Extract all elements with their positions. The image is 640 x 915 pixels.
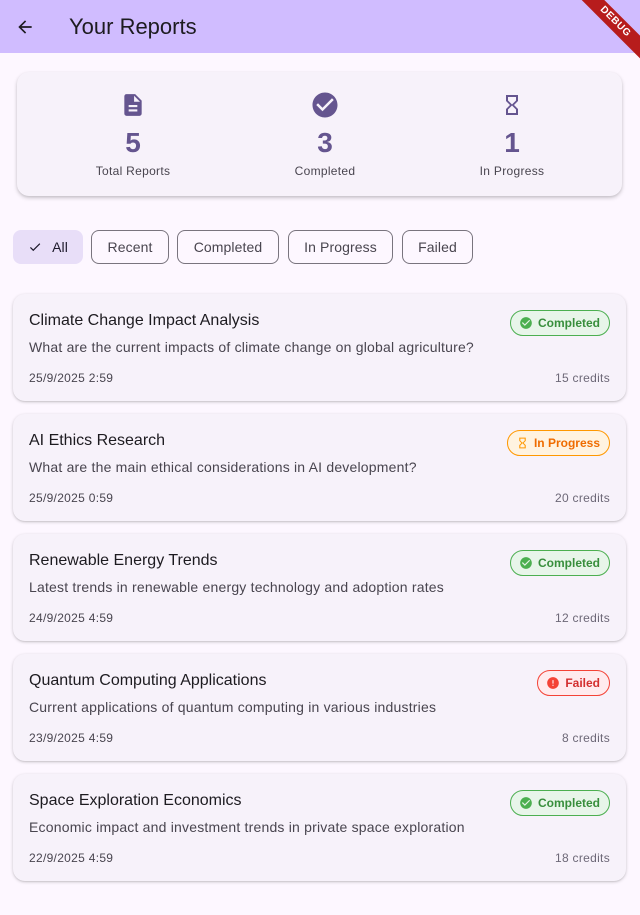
report-date: 22/9/2025 4:59 xyxy=(29,851,114,865)
status-badge: Failed xyxy=(537,670,610,696)
filter-chip-label: Recent xyxy=(107,239,153,255)
filter-chip-completed[interactable]: Completed xyxy=(177,230,279,264)
stat-in-progress: 1 In Progress xyxy=(422,72,602,196)
status-badge: In Progress xyxy=(506,430,610,456)
status-label: Completed xyxy=(537,316,600,330)
completed-label: Completed xyxy=(294,164,356,178)
report-card[interactable]: Quantum Computing Applications Failed Cu… xyxy=(13,654,626,761)
debug-banner: DEBUG xyxy=(570,0,640,67)
page-title: Your Reports xyxy=(69,13,197,39)
report-description: Current applications of quantum computin… xyxy=(29,699,437,715)
error-icon xyxy=(547,677,560,689)
document-icon xyxy=(124,94,142,116)
filter-chip-in-progress[interactable]: In Progress xyxy=(288,230,393,264)
report-card[interactable]: Renewable Energy Trends Completed Latest… xyxy=(13,534,626,641)
report-card[interactable]: AI Ethics Research In Progress What are … xyxy=(13,414,626,521)
check-icon xyxy=(30,243,41,252)
status-label: In Progress xyxy=(533,436,600,450)
filter-chip-all[interactable]: All xyxy=(13,230,83,264)
report-title: Climate Change Impact Analysis xyxy=(29,312,260,329)
filter-chip-label: Failed xyxy=(418,239,457,255)
report-credits: 12 credits xyxy=(554,611,610,625)
in-progress-count: 1 xyxy=(504,127,520,158)
total-reports-count: 5 xyxy=(125,127,141,158)
report-description: Latest trends in renewable energy techno… xyxy=(29,579,444,595)
report-credits: 18 credits xyxy=(554,851,610,865)
in-progress-label: In Progress xyxy=(479,164,545,178)
hourglass-icon xyxy=(506,95,518,115)
completed-count: 3 xyxy=(317,127,333,158)
report-date: 25/9/2025 2:59 xyxy=(29,371,114,385)
filter-chip-failed[interactable]: Failed xyxy=(402,230,473,264)
summary-card: 5 Total Reports 3 Completed 1 In Progres… xyxy=(17,72,622,196)
arrow-back-icon xyxy=(18,19,32,34)
status-label: Completed xyxy=(537,556,600,570)
report-card[interactable]: Space Exploration Economics Completed Ec… xyxy=(13,774,626,881)
status-badge: Completed xyxy=(509,550,610,576)
report-date: 23/9/2025 4:59 xyxy=(29,731,114,745)
check-circle-icon xyxy=(312,92,338,118)
report-card[interactable]: Climate Change Impact Analysis Completed… xyxy=(13,294,626,401)
report-credits: 8 credits xyxy=(561,731,610,745)
report-description: What are the current impacts of climate … xyxy=(29,339,474,355)
filter-chip-label: All xyxy=(52,239,68,255)
hourglass-icon xyxy=(519,437,526,449)
filter-chip-recent[interactable]: Recent xyxy=(91,230,169,264)
report-title: AI Ethics Research xyxy=(29,432,166,449)
report-date: 25/9/2025 0:59 xyxy=(29,491,114,505)
stat-total-reports: 5 Total Reports xyxy=(43,72,223,196)
back-button[interactable] xyxy=(0,2,50,52)
filter-chip-label: Completed xyxy=(193,239,263,255)
report-credits: 20 credits xyxy=(554,491,610,505)
total-reports-label: Total Reports xyxy=(95,164,171,178)
status-badge: Completed xyxy=(509,310,610,336)
check-circle-icon xyxy=(520,557,532,569)
report-title: Space Exploration Economics xyxy=(29,792,242,809)
report-description: What are the main ethical considerations… xyxy=(29,459,417,475)
check-circle-icon xyxy=(520,317,532,329)
report-date: 24/9/2025 4:59 xyxy=(29,611,114,625)
status-label: Completed xyxy=(537,796,600,810)
report-credits: 15 credits xyxy=(554,371,610,385)
report-description: Economic impact and investment trends in… xyxy=(29,819,465,835)
report-title: Renewable Energy Trends xyxy=(29,552,218,569)
filter-chip-label: In Progress xyxy=(304,239,377,255)
stat-completed: 3 Completed xyxy=(235,72,415,196)
report-title: Quantum Computing Applications xyxy=(29,672,267,689)
status-badge: Completed xyxy=(509,790,610,816)
check-circle-icon xyxy=(520,797,532,809)
app-bar: Your Reports DEBUG xyxy=(0,0,640,67)
status-label: Failed xyxy=(565,676,600,690)
